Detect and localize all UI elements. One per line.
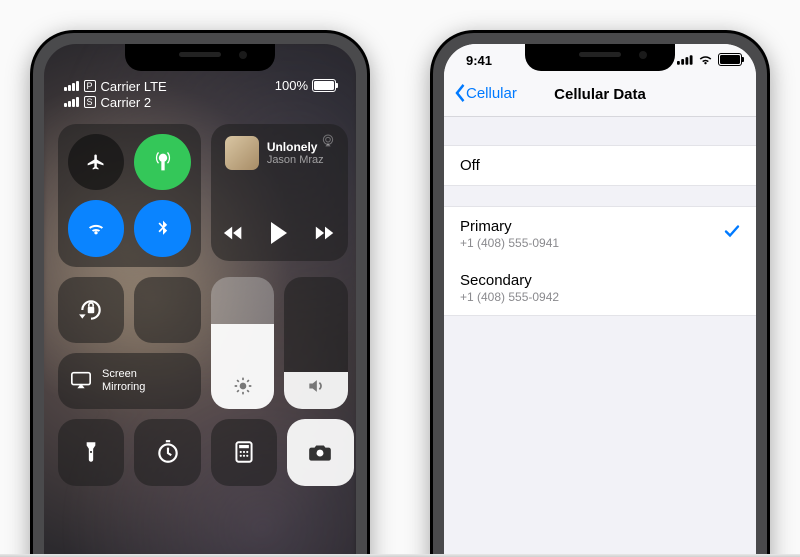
notch <box>525 44 675 71</box>
battery-icon <box>718 53 742 66</box>
flashlight-icon <box>78 439 104 465</box>
media-forward-button[interactable] <box>314 224 336 245</box>
sim-tag-secondary: S <box>84 96 96 108</box>
option-primary[interactable]: Primary +1 (408) 555-0941 <box>444 206 756 262</box>
timer-icon <box>155 439 181 465</box>
wifi-icon <box>86 219 106 239</box>
volume-slider[interactable] <box>284 277 348 409</box>
album-art <box>225 136 259 170</box>
airplane-mode-button[interactable] <box>68 134 124 190</box>
wifi-icon <box>698 54 713 65</box>
track-artist: Jason Mraz <box>267 154 324 166</box>
camera-icon <box>307 439 333 465</box>
screen-mirroring-button[interactable]: Screen Mirroring <box>58 353 201 409</box>
media-play-icon <box>269 222 289 244</box>
volume-icon <box>306 376 326 399</box>
calculator-button[interactable] <box>211 419 277 485</box>
status-time: 9:41 <box>466 53 492 68</box>
option-primary-label: Primary <box>460 218 740 235</box>
page-title: Cellular Data <box>444 86 756 103</box>
media-back-button[interactable] <box>223 224 245 245</box>
calculator-icon <box>231 439 257 465</box>
do-not-disturb-moon-icon <box>155 297 181 323</box>
status-right <box>677 53 742 66</box>
phone-settings-cellular-data: 9:41 Cellular Cellular Data Off Primary … <box>430 30 770 557</box>
cellular-data-button[interactable] <box>134 134 190 190</box>
battery-percent: 100% <box>275 78 308 93</box>
sim-tag-primary: P <box>84 80 96 92</box>
signal-bars-icon <box>677 55 693 65</box>
media-forward-icon <box>314 224 336 242</box>
media-back-icon <box>223 224 245 242</box>
cellular-antenna-icon <box>153 152 173 172</box>
screen-mirroring-label: Screen Mirroring <box>102 368 145 394</box>
checkmark-icon <box>724 225 740 244</box>
now-playing-tile[interactable]: Unlonely Jason Mraz <box>211 124 348 261</box>
signal-bars-icon <box>64 97 79 107</box>
option-secondary[interactable]: Secondary +1 (408) 555-0942 <box>444 261 756 316</box>
notch <box>125 44 275 71</box>
do-not-disturb-button[interactable] <box>134 277 200 343</box>
battery-icon <box>312 79 336 92</box>
timer-button[interactable] <box>134 419 200 485</box>
carrier-1-label: Carrier LTE <box>101 79 167 94</box>
options-list: Off Primary +1 (408) 555-0941 Secondary … <box>444 146 756 316</box>
signal-bars-icon <box>64 81 79 91</box>
phone-control-center: P Carrier LTE S Carrier 2 100% <box>30 30 370 557</box>
signal-line-2: S Carrier 2 <box>64 94 336 110</box>
option-secondary-number: +1 (408) 555-0942 <box>460 290 740 304</box>
option-primary-number: +1 (408) 555-0941 <box>460 236 740 250</box>
option-off-label: Off <box>460 157 740 174</box>
airplane-icon <box>86 152 106 172</box>
orientation-lock-button[interactable] <box>58 277 124 343</box>
carrier-2-label: Carrier 2 <box>101 95 152 110</box>
orientation-lock-icon <box>78 297 104 323</box>
airplay-audio-icon[interactable] <box>320 133 336 152</box>
brightness-icon <box>233 376 253 399</box>
battery-status: 100% <box>275 78 336 93</box>
bluetooth-icon <box>153 219 173 239</box>
bluetooth-button[interactable] <box>134 200 190 256</box>
brightness-slider[interactable] <box>211 277 275 409</box>
track-title: Unlonely <box>267 140 324 154</box>
option-off[interactable]: Off <box>444 145 756 186</box>
camera-button[interactable] <box>287 419 353 485</box>
wifi-button[interactable] <box>68 200 124 256</box>
media-play-button[interactable] <box>269 222 289 247</box>
option-secondary-label: Secondary <box>460 272 740 289</box>
flashlight-button[interactable] <box>58 419 124 485</box>
connectivity-tile[interactable] <box>58 124 201 267</box>
airplay-icon <box>70 370 92 393</box>
